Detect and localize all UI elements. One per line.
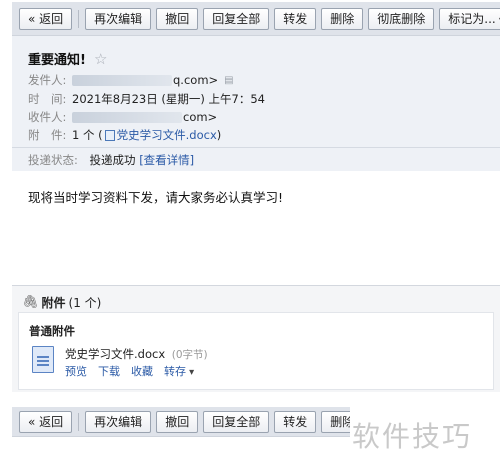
watermark-text: 软件技巧 [352, 420, 473, 453]
bottom-delete-button[interactable]: 删除 [321, 410, 350, 433]
paperclip-icon: 🖇 [22, 295, 39, 310]
from-value[interactable]: q.com> [173, 73, 218, 87]
attachment-link[interactable]: 党史学习文件.docx [117, 127, 217, 143]
top-toolbar: « 返回 再次编辑 撤回 回复全部 转发 删除 彻底删除 标记为... [12, 2, 500, 36]
attachment-row: 附 件: 1 个 ( 党史学习文件.docx ) [28, 127, 221, 143]
recall-button[interactable]: 撤回 [156, 7, 199, 30]
mark-as-dropdown[interactable]: 标记为... [439, 7, 500, 30]
header-divider [12, 147, 500, 148]
forward-button[interactable]: 转发 [274, 7, 317, 30]
attachment-actions: 预览 下载 收藏 转存 [65, 363, 194, 379]
redacted-recipient [72, 111, 182, 123]
email-header: 重要通知! ☆ 发件人: q.com> ▤ 时 间: 2021年8月23日 (星… [12, 36, 500, 171]
attachment-file-name[interactable]: 党史学习文件.docx [65, 347, 165, 361]
star-icon[interactable]: ☆ [94, 50, 107, 68]
attachments-header: 🖇 附件 (1 个) [22, 294, 101, 311]
time-row: 时 间: 2021年8月23日 (星期一) 上午7：54 [28, 91, 265, 107]
reply-all-button[interactable]: 回复全部 [203, 7, 270, 30]
attachment-file: 党史学习文件.docx (0字节) [65, 346, 208, 362]
time-value: 2021年8月23日 (星期一) 上午7：54 [72, 92, 265, 106]
attachment-file-size: (0字节) [171, 349, 208, 361]
docx-file-icon[interactable] [32, 346, 54, 373]
docx-icon [104, 129, 115, 141]
bottom-edit-again-button[interactable]: 再次编辑 [85, 410, 152, 433]
redacted-sender [72, 74, 172, 86]
attachment-card: 普通附件 党史学习文件.docx (0字节) 预览 下载 收藏 转存 [18, 312, 494, 390]
attachments-section: 🖇 附件 (1 个) 普通附件 党史学习文件.docx (0字节) 预览 下载 … [12, 285, 500, 392]
attachment-group-title: 普通附件 [29, 324, 75, 338]
download-link[interactable]: 下载 [98, 363, 120, 379]
to-value[interactable]: com> [183, 110, 217, 124]
to-row: 收件人: com> [28, 109, 217, 125]
attachment-count-suffix: ) [216, 128, 222, 142]
permanent-delete-button[interactable]: 彻底删除 [368, 7, 435, 30]
attachments-count: (1 个) [68, 296, 102, 310]
edit-again-button[interactable]: 再次编辑 [85, 7, 152, 30]
delivery-status-label: 投递状态: [28, 153, 78, 167]
attachments-title: 附件 [41, 296, 66, 310]
to-label: 收件人: [28, 110, 67, 124]
delivery-status-row: 投递状态: 投递成功 [查看详情] [28, 152, 194, 168]
from-label: 发件人: [28, 73, 67, 87]
bottom-toolbar: « 返回 再次编辑 撤回 回复全部 转发 删除 [12, 407, 350, 437]
toolbar-divider [78, 412, 80, 431]
attachment-label: 附 件: [28, 128, 67, 142]
email-body: 现将当时学习资料下发，请大家务必认真学习! [28, 190, 284, 205]
bottom-forward-button[interactable]: 转发 [274, 410, 317, 433]
save-to-dropdown[interactable]: 转存 [164, 363, 194, 379]
favorite-link[interactable]: 收藏 [131, 363, 153, 379]
email-subject: 重要通知! [28, 53, 86, 68]
preview-link[interactable]: 预览 [65, 363, 87, 379]
view-details-link[interactable]: [查看详情] [139, 153, 194, 167]
bottom-back-button[interactable]: « 返回 [19, 410, 73, 433]
toolbar-divider [78, 9, 80, 28]
bottom-reply-all-button[interactable]: 回复全部 [203, 410, 270, 433]
from-row: 发件人: q.com> ▤ [28, 72, 234, 88]
delete-button[interactable]: 删除 [321, 7, 364, 30]
bottom-recall-button[interactable]: 撤回 [156, 410, 199, 433]
time-label: 时 间: [28, 92, 67, 106]
delivery-status-value: 投递成功 [89, 153, 136, 167]
back-button[interactable]: « 返回 [19, 7, 73, 30]
contact-card-icon[interactable]: ▤ [224, 75, 233, 86]
attachment-count-prefix: 1 个 ( [72, 128, 103, 142]
